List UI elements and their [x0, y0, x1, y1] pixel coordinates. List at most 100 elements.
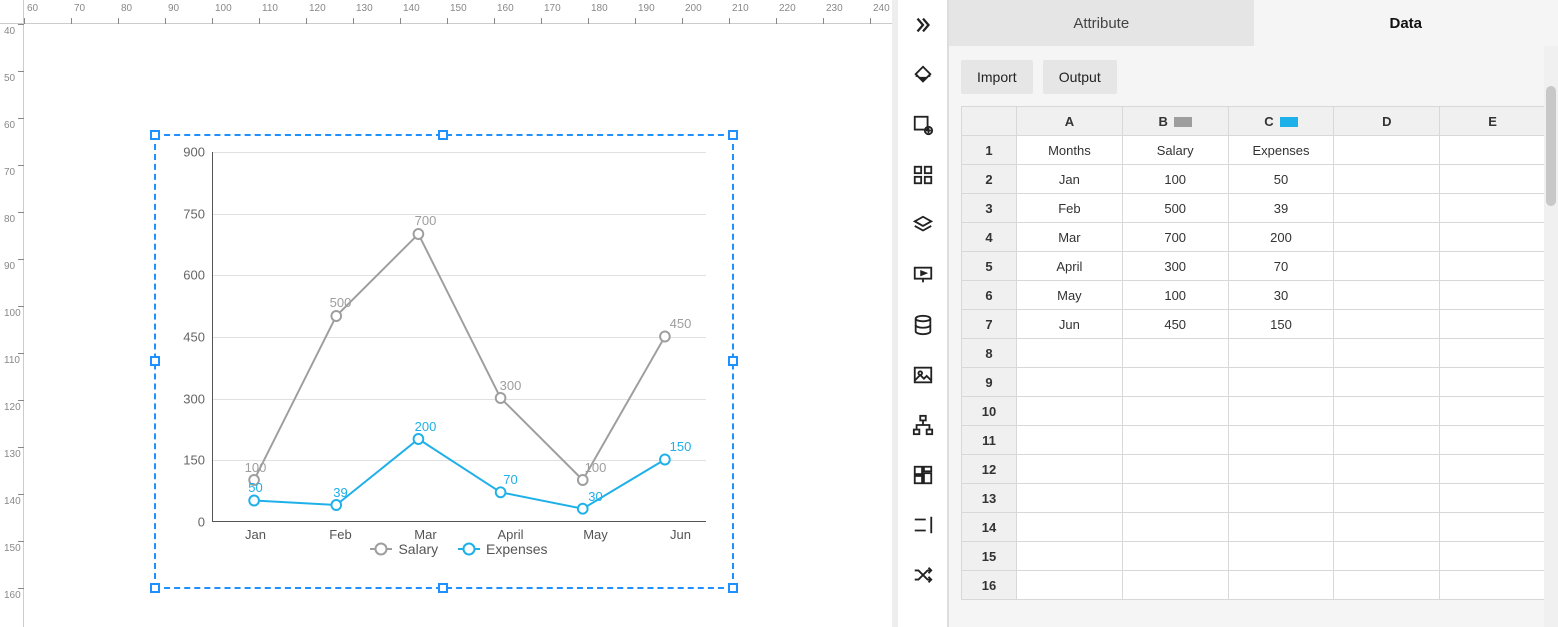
align-icon[interactable]	[898, 500, 948, 550]
cell[interactable]	[1334, 194, 1440, 223]
cell[interactable]	[1334, 542, 1440, 571]
cell[interactable]	[1017, 542, 1123, 571]
resize-handle-s[interactable]	[438, 583, 448, 593]
row-header[interactable]: 12	[962, 455, 1017, 484]
cell[interactable]: 150	[1228, 310, 1334, 339]
scrollbar-vertical[interactable]	[1544, 46, 1558, 627]
cell[interactable]	[1440, 571, 1546, 600]
cell[interactable]	[1440, 252, 1546, 281]
cell[interactable]: 300	[1122, 252, 1228, 281]
resize-handle-se[interactable]	[728, 583, 738, 593]
row-header[interactable]: 1	[962, 136, 1017, 165]
hierarchy-icon[interactable]	[898, 400, 948, 450]
cell[interactable]	[1440, 281, 1546, 310]
row-header[interactable]: 14	[962, 513, 1017, 542]
cell[interactable]	[1017, 571, 1123, 600]
cell[interactable]: Jun	[1017, 310, 1123, 339]
cell[interactable]: 70	[1228, 252, 1334, 281]
cell[interactable]	[1017, 426, 1123, 455]
cell[interactable]	[1228, 513, 1334, 542]
row-header[interactable]: 9	[962, 368, 1017, 397]
resize-handle-sw[interactable]	[150, 583, 160, 593]
cell[interactable]	[1228, 455, 1334, 484]
col-header[interactable]: B	[1122, 107, 1228, 136]
cell[interactable]	[1017, 513, 1123, 542]
cell[interactable]: Months	[1017, 136, 1123, 165]
cell[interactable]: 39	[1228, 194, 1334, 223]
cell[interactable]: 50	[1228, 165, 1334, 194]
cell[interactable]	[1228, 542, 1334, 571]
row-header[interactable]: 2	[962, 165, 1017, 194]
cell[interactable]	[1440, 165, 1546, 194]
cell[interactable]	[1017, 339, 1123, 368]
row-header[interactable]: 4	[962, 223, 1017, 252]
layers-icon[interactable]	[898, 200, 948, 250]
cell[interactable]: 100	[1122, 165, 1228, 194]
cell[interactable]	[1334, 513, 1440, 542]
row-header[interactable]: 16	[962, 571, 1017, 600]
col-header[interactable]: C	[1228, 107, 1334, 136]
row-header[interactable]: 7	[962, 310, 1017, 339]
cell[interactable]	[1122, 484, 1228, 513]
cell[interactable]	[1228, 339, 1334, 368]
cell[interactable]: Feb	[1017, 194, 1123, 223]
database-icon[interactable]	[898, 300, 948, 350]
shuffle-icon[interactable]	[898, 550, 948, 600]
col-header[interactable]: E	[1440, 107, 1546, 136]
resize-handle-n[interactable]	[438, 130, 448, 140]
row-header[interactable]: 3	[962, 194, 1017, 223]
presentation-icon[interactable]	[898, 250, 948, 300]
resize-handle-w[interactable]	[150, 356, 160, 366]
row-header[interactable]: 10	[962, 397, 1017, 426]
cell[interactable]	[1440, 310, 1546, 339]
cell[interactable]	[1122, 426, 1228, 455]
cell[interactable]	[1334, 281, 1440, 310]
cell[interactable]: 100	[1122, 281, 1228, 310]
cell[interactable]	[1122, 368, 1228, 397]
cell[interactable]	[1334, 136, 1440, 165]
cell[interactable]: April	[1017, 252, 1123, 281]
line-chart[interactable]: 0150300450600750900JanFebMarAprilMayJun1…	[162, 142, 726, 581]
tab-data[interactable]: Data	[1254, 0, 1558, 46]
cell[interactable]	[1440, 455, 1546, 484]
cell[interactable]	[1228, 571, 1334, 600]
cell[interactable]	[1334, 571, 1440, 600]
cell[interactable]	[1228, 484, 1334, 513]
cell[interactable]: 500	[1122, 194, 1228, 223]
cell[interactable]: Salary	[1122, 136, 1228, 165]
cell[interactable]	[1440, 223, 1546, 252]
cell[interactable]	[1440, 339, 1546, 368]
cell[interactable]	[1334, 223, 1440, 252]
cell[interactable]: 450	[1122, 310, 1228, 339]
cell[interactable]: 30	[1228, 281, 1334, 310]
cell[interactable]	[1440, 368, 1546, 397]
cell[interactable]	[1334, 252, 1440, 281]
cell[interactable]	[1334, 397, 1440, 426]
expand-panel-icon[interactable]	[898, 0, 948, 50]
cell[interactable]	[1334, 310, 1440, 339]
cell[interactable]	[1334, 165, 1440, 194]
spreadsheet[interactable]: ABCDE1MonthsSalaryExpenses2Jan100503Feb5…	[949, 106, 1558, 627]
cell[interactable]	[1440, 542, 1546, 571]
row-header[interactable]: 11	[962, 426, 1017, 455]
dashboard-icon[interactable]	[898, 450, 948, 500]
selection-box[interactable]: 0150300450600750900JanFebMarAprilMayJun1…	[154, 134, 734, 589]
cell[interactable]	[1017, 397, 1123, 426]
import-button[interactable]: Import	[961, 60, 1033, 94]
cell[interactable]	[1228, 397, 1334, 426]
cell[interactable]	[1334, 339, 1440, 368]
cell[interactable]	[1440, 194, 1546, 223]
cell[interactable]	[1122, 542, 1228, 571]
row-header[interactable]: 13	[962, 484, 1017, 513]
cell[interactable]	[1334, 426, 1440, 455]
cell[interactable]	[1122, 397, 1228, 426]
row-header[interactable]: 15	[962, 542, 1017, 571]
cell[interactable]: Jan	[1017, 165, 1123, 194]
resize-handle-e[interactable]	[728, 356, 738, 366]
cell[interactable]	[1122, 339, 1228, 368]
scrollbar-thumb[interactable]	[1546, 86, 1556, 206]
canvas[interactable]: 0150300450600750900JanFebMarAprilMayJun1…	[24, 24, 897, 627]
image-icon[interactable]	[898, 350, 948, 400]
cell[interactable]	[1440, 426, 1546, 455]
cell[interactable]	[1017, 484, 1123, 513]
